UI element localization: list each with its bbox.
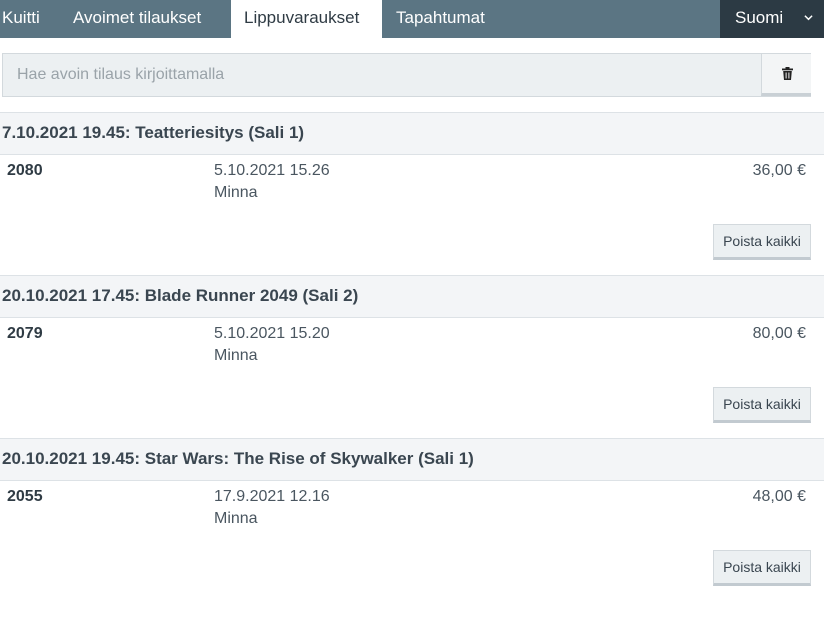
language-label: Suomi	[735, 8, 784, 27]
order-name: Minna	[214, 347, 258, 364]
language-select[interactable]: Suomi	[720, 0, 824, 38]
order-price: 36,00 €	[752, 162, 806, 179]
top-nav: Kuitti Avoimet tilaukset Lippuvaraukset …	[0, 0, 824, 38]
delete-all-button[interactable]: Poista kaikki	[713, 387, 811, 423]
clear-search-button[interactable]	[761, 54, 811, 96]
event-title: 7.10.2021 19.45: Teatteriesitys (Sali 1)	[2, 123, 305, 142]
order-id: 2079	[7, 325, 43, 342]
event-header: 7.10.2021 19.45: Teatteriesitys (Sali 1)	[0, 112, 824, 155]
order-name: Minna	[214, 184, 258, 201]
order-id: 2055	[7, 488, 43, 505]
order-date: 5.10.2021 15.20	[214, 325, 330, 342]
order-price: 80,00 €	[752, 325, 806, 342]
search-bar	[2, 53, 811, 97]
event-header: 20.10.2021 19.45: Star Wars: The Rise of…	[0, 438, 824, 481]
chevron-down-icon	[804, 15, 813, 21]
search-input[interactable]	[3, 54, 760, 96]
trash-icon	[782, 67, 793, 80]
tab-lippuvaraukset[interactable]: Lippuvaraukset	[231, 0, 382, 38]
order-name: Minna	[214, 510, 258, 527]
tab-tapahtumat[interactable]: Tapahtumat	[386, 0, 495, 38]
order-date: 17.9.2021 12.16	[214, 488, 330, 505]
order-date: 5.10.2021 15.26	[214, 162, 330, 179]
delete-all-button[interactable]: Poista kaikki	[713, 224, 811, 260]
event-header: 20.10.2021 17.45: Blade Runner 2049 (Sal…	[0, 275, 824, 318]
tab-avoimet-tilaukset[interactable]: Avoimet tilaukset	[63, 0, 211, 38]
order-id: 2080	[7, 162, 43, 179]
order-price: 48,00 €	[752, 488, 806, 505]
event-title: 20.10.2021 19.45: Star Wars: The Rise of…	[2, 449, 474, 468]
tab-kuitti[interactable]: Kuitti	[0, 0, 42, 38]
event-title: 20.10.2021 17.45: Blade Runner 2049 (Sal…	[2, 286, 359, 305]
delete-all-button[interactable]: Poista kaikki	[713, 550, 811, 586]
